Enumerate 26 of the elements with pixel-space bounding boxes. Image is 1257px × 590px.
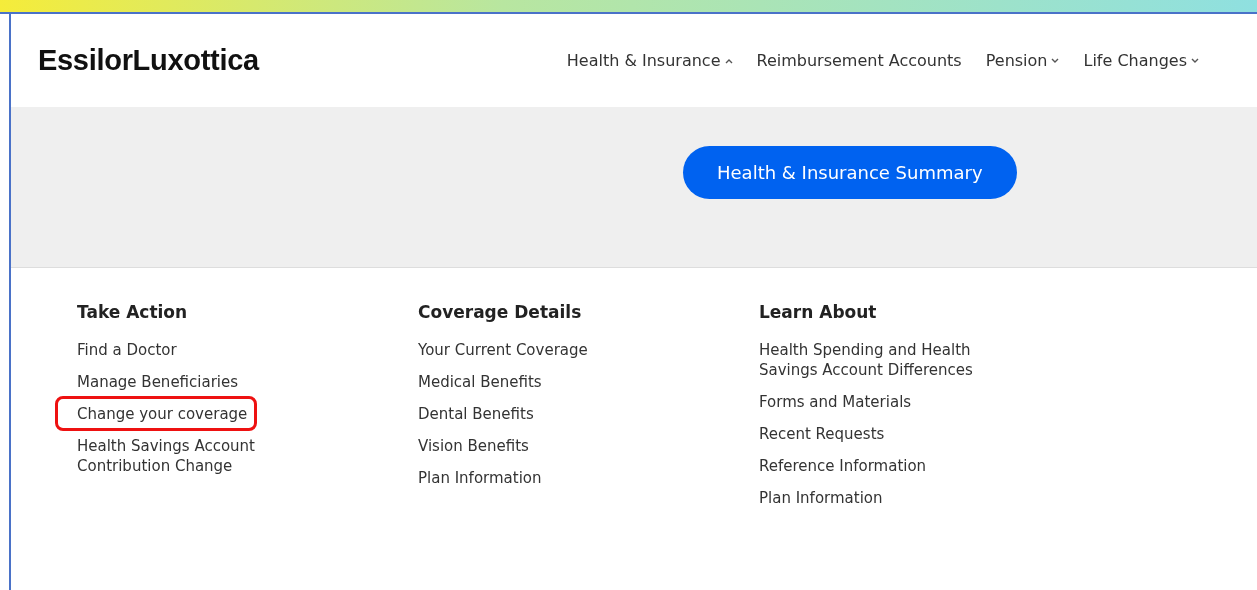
nav-link[interactable]: Reimbursement Accounts xyxy=(756,51,962,70)
menu-link[interactable]: Manage Beneficiaries xyxy=(77,368,239,395)
nav-link[interactable]: Health & Insurance xyxy=(566,51,733,70)
column-heading: Learn About xyxy=(759,302,877,322)
column-heading: Coverage Details xyxy=(418,302,582,322)
chevron-down-icon xyxy=(1191,57,1199,64)
menu-link[interactable]: Health Savings Account Contribution Change xyxy=(77,432,297,479)
menu-link[interactable]: Recent Requests xyxy=(759,420,885,447)
menu-link[interactable]: Forms and Materials xyxy=(759,388,912,415)
menu-link[interactable]: Vision Benefits xyxy=(418,432,529,459)
chevron-up-icon xyxy=(724,57,733,64)
menu-link[interactable]: Plan Information xyxy=(759,484,883,511)
logo[interactable]: EssilorLuxottica xyxy=(38,44,259,77)
menu-link[interactable]: Reference Information xyxy=(759,452,927,479)
nav-link[interactable]: Pension xyxy=(985,51,1060,70)
menu-link[interactable]: Change your coverage xyxy=(77,400,248,427)
menu-link[interactable]: Dental Benefits xyxy=(418,400,534,427)
menu-link[interactable]: Plan Information xyxy=(418,464,542,491)
menu-link[interactable]: Medical Benefits xyxy=(418,368,542,395)
menu-link[interactable]: Health Spending and Health Savings Account Differences xyxy=(759,336,979,383)
column-heading: Take Action xyxy=(77,302,188,322)
summary-button[interactable]: Health & Insurance Summary xyxy=(683,145,1017,199)
menu-link[interactable]: Find a Doctor xyxy=(77,336,177,363)
nav-link[interactable]: Life Changes xyxy=(1083,51,1199,70)
menu-link[interactable]: Your Current Coverage xyxy=(418,336,588,363)
chevron-down-icon xyxy=(1051,57,1060,64)
